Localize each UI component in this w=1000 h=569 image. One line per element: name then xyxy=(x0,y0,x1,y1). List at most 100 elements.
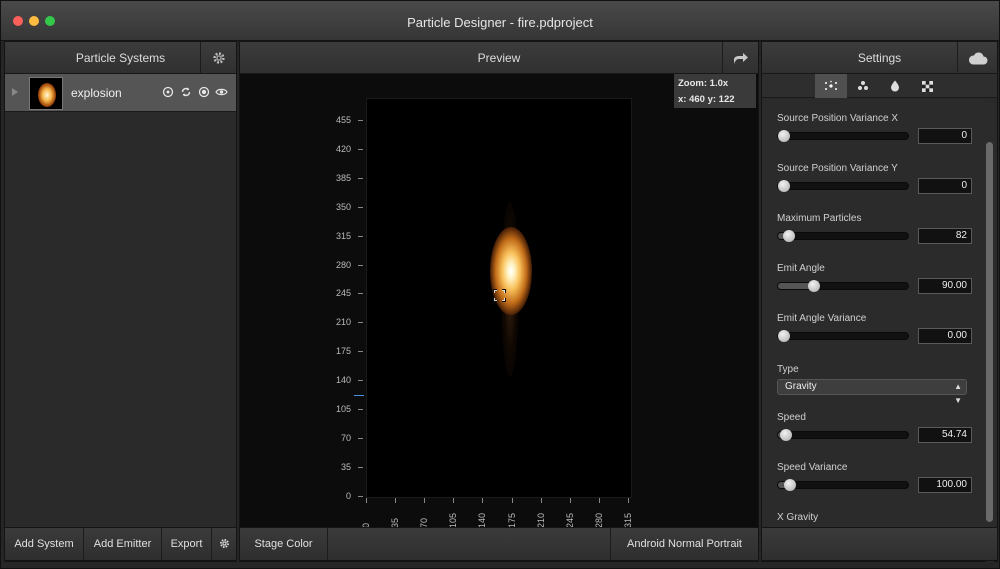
setting-speed: Speed 54.74 xyxy=(777,412,972,443)
slider-track[interactable] xyxy=(777,479,909,491)
y-tick-mark xyxy=(358,495,363,497)
slider-knob[interactable] xyxy=(782,230,795,242)
slider-track[interactable] xyxy=(777,280,909,292)
x-tick-label: 315 xyxy=(622,512,633,528)
x-tick-mark xyxy=(482,498,484,503)
y-tick-label: 245 xyxy=(335,288,351,299)
x-tick-mark xyxy=(424,498,426,503)
slider-knob[interactable] xyxy=(780,429,793,441)
cursor-coordinates: x: 460 y: 122 xyxy=(678,94,735,105)
add-system-button[interactable]: Add System xyxy=(5,528,84,560)
scrollbar-thumb[interactable] xyxy=(986,142,993,522)
target-icon[interactable] xyxy=(161,85,174,98)
x-tick-mark xyxy=(511,498,513,503)
slider-knob[interactable] xyxy=(778,180,790,192)
systems-settings-button[interactable] xyxy=(200,42,236,74)
y-tick-label: 385 xyxy=(335,172,351,183)
gear-icon xyxy=(212,52,225,64)
zoom-info-box: Zoom: 1.0x x: 460 y: 122 xyxy=(674,74,756,108)
export-settings-button[interactable] xyxy=(212,528,236,560)
export-button[interactable]: Export xyxy=(162,528,212,560)
value-field[interactable]: 54.74 xyxy=(918,427,972,443)
slider-track[interactable] xyxy=(777,429,909,441)
settings-scrollbar[interactable] xyxy=(986,102,994,562)
x-tick-mark xyxy=(569,498,571,503)
tab-emitter[interactable] xyxy=(815,74,847,98)
setting-label: Source Position Variance X xyxy=(777,113,898,124)
emitter-dots-icon xyxy=(825,80,837,90)
tab-texture[interactable] xyxy=(911,74,943,98)
settings-list: Source Position Variance X 0 Source Posi… xyxy=(762,99,987,561)
settings-panel: Settings Source Position Variance X 0 So… xyxy=(761,41,998,562)
cloud-button[interactable] xyxy=(957,42,997,74)
system-thumbnail xyxy=(29,77,63,110)
y-tick-label: 70 xyxy=(340,432,351,443)
slider-knob[interactable] xyxy=(778,330,790,342)
setting-label: Emit Angle xyxy=(777,263,825,274)
setting-label: Maximum Particles xyxy=(777,213,862,224)
slider-track[interactable] xyxy=(777,230,909,242)
setting-emit-angle-variance: Emit Angle Variance 0.00 xyxy=(777,313,972,344)
value-field[interactable]: 90.00 xyxy=(918,278,972,294)
cloud-icon xyxy=(968,51,987,64)
y-tick-label: 140 xyxy=(335,375,351,386)
y-tick-label: 455 xyxy=(335,115,351,125)
device-selector-button[interactable]: Android Normal Portrait xyxy=(610,528,758,560)
setting-type: Type Gravity ▲ ▼ xyxy=(777,364,972,405)
slider-track[interactable] xyxy=(777,330,909,342)
value-field[interactable]: 0.00 xyxy=(918,328,972,344)
type-select-value: Gravity xyxy=(785,381,817,392)
y-tick-label: 0 xyxy=(345,490,351,501)
x-tick-label: 105 xyxy=(448,512,459,528)
slider-track[interactable] xyxy=(777,130,909,142)
left-bottom-bar: Add System Add Emitter Export xyxy=(4,527,237,561)
x-tick-label: 245 xyxy=(564,512,575,528)
setting-source-position-variance-x: Source Position Variance X 0 xyxy=(777,113,972,144)
y-tick-label: 175 xyxy=(335,346,351,357)
eye-icon[interactable] xyxy=(215,85,228,98)
particle-systems-header: Particle Systems xyxy=(5,42,236,74)
y-tick-mark xyxy=(358,264,363,266)
system-row-explosion[interactable]: explosion xyxy=(5,74,236,112)
x-tick-mark xyxy=(540,498,542,503)
emitter-crosshair-icon[interactable] xyxy=(493,289,506,302)
value-field[interactable]: 82 xyxy=(918,228,972,244)
system-name: explosion xyxy=(71,86,122,100)
value-field[interactable]: 0 xyxy=(918,128,972,144)
y-tick-label: 420 xyxy=(335,143,351,154)
y-tick-label: 210 xyxy=(335,317,351,328)
y-tick-mark xyxy=(358,466,363,468)
refresh-icon[interactable] xyxy=(179,85,192,98)
drop-icon xyxy=(891,80,899,92)
share-button[interactable] xyxy=(722,42,758,74)
x-tick-mark xyxy=(395,498,397,503)
record-icon[interactable] xyxy=(197,85,210,98)
tab-particle[interactable] xyxy=(847,74,879,98)
value-field[interactable]: 100.00 xyxy=(918,477,972,493)
slider-knob[interactable] xyxy=(783,479,796,491)
setting-label: X Gravity xyxy=(777,512,819,523)
type-select[interactable]: Gravity ▲ ▼ xyxy=(777,379,967,405)
y-tick-mark xyxy=(358,409,363,410)
stage-color-button[interactable]: Stage Color xyxy=(240,528,328,560)
expand-triangle-icon[interactable] xyxy=(12,88,18,96)
y-tick-label: 105 xyxy=(335,404,351,414)
share-icon xyxy=(733,52,748,64)
value-field[interactable]: 0 xyxy=(918,178,972,194)
slider-knob[interactable] xyxy=(807,280,820,292)
settings-header: Settings xyxy=(762,42,997,74)
x-tick-mark xyxy=(598,498,600,503)
preview-panel: Preview Zoom: 1.0x x: 460 y: 122 455 420 3… xyxy=(239,41,759,562)
slider-knob[interactable] xyxy=(778,130,790,142)
setting-emit-angle: Emit Angle 90.00 xyxy=(777,263,972,294)
center-bottom-bar: Stage Color Android Normal Portrait xyxy=(239,527,759,561)
add-emitter-button[interactable]: Add Emitter xyxy=(84,528,162,560)
tab-color[interactable] xyxy=(879,74,911,98)
x-tick-mark xyxy=(453,498,455,503)
slider-track[interactable] xyxy=(777,180,909,192)
y-tick-mark xyxy=(358,120,363,121)
setting-maximum-particles: Maximum Particles 82 xyxy=(777,213,972,244)
zoom-level: Zoom: 1.0x xyxy=(678,78,729,89)
y-tick-mark xyxy=(358,437,363,439)
y-tick-label: 350 xyxy=(335,201,351,212)
